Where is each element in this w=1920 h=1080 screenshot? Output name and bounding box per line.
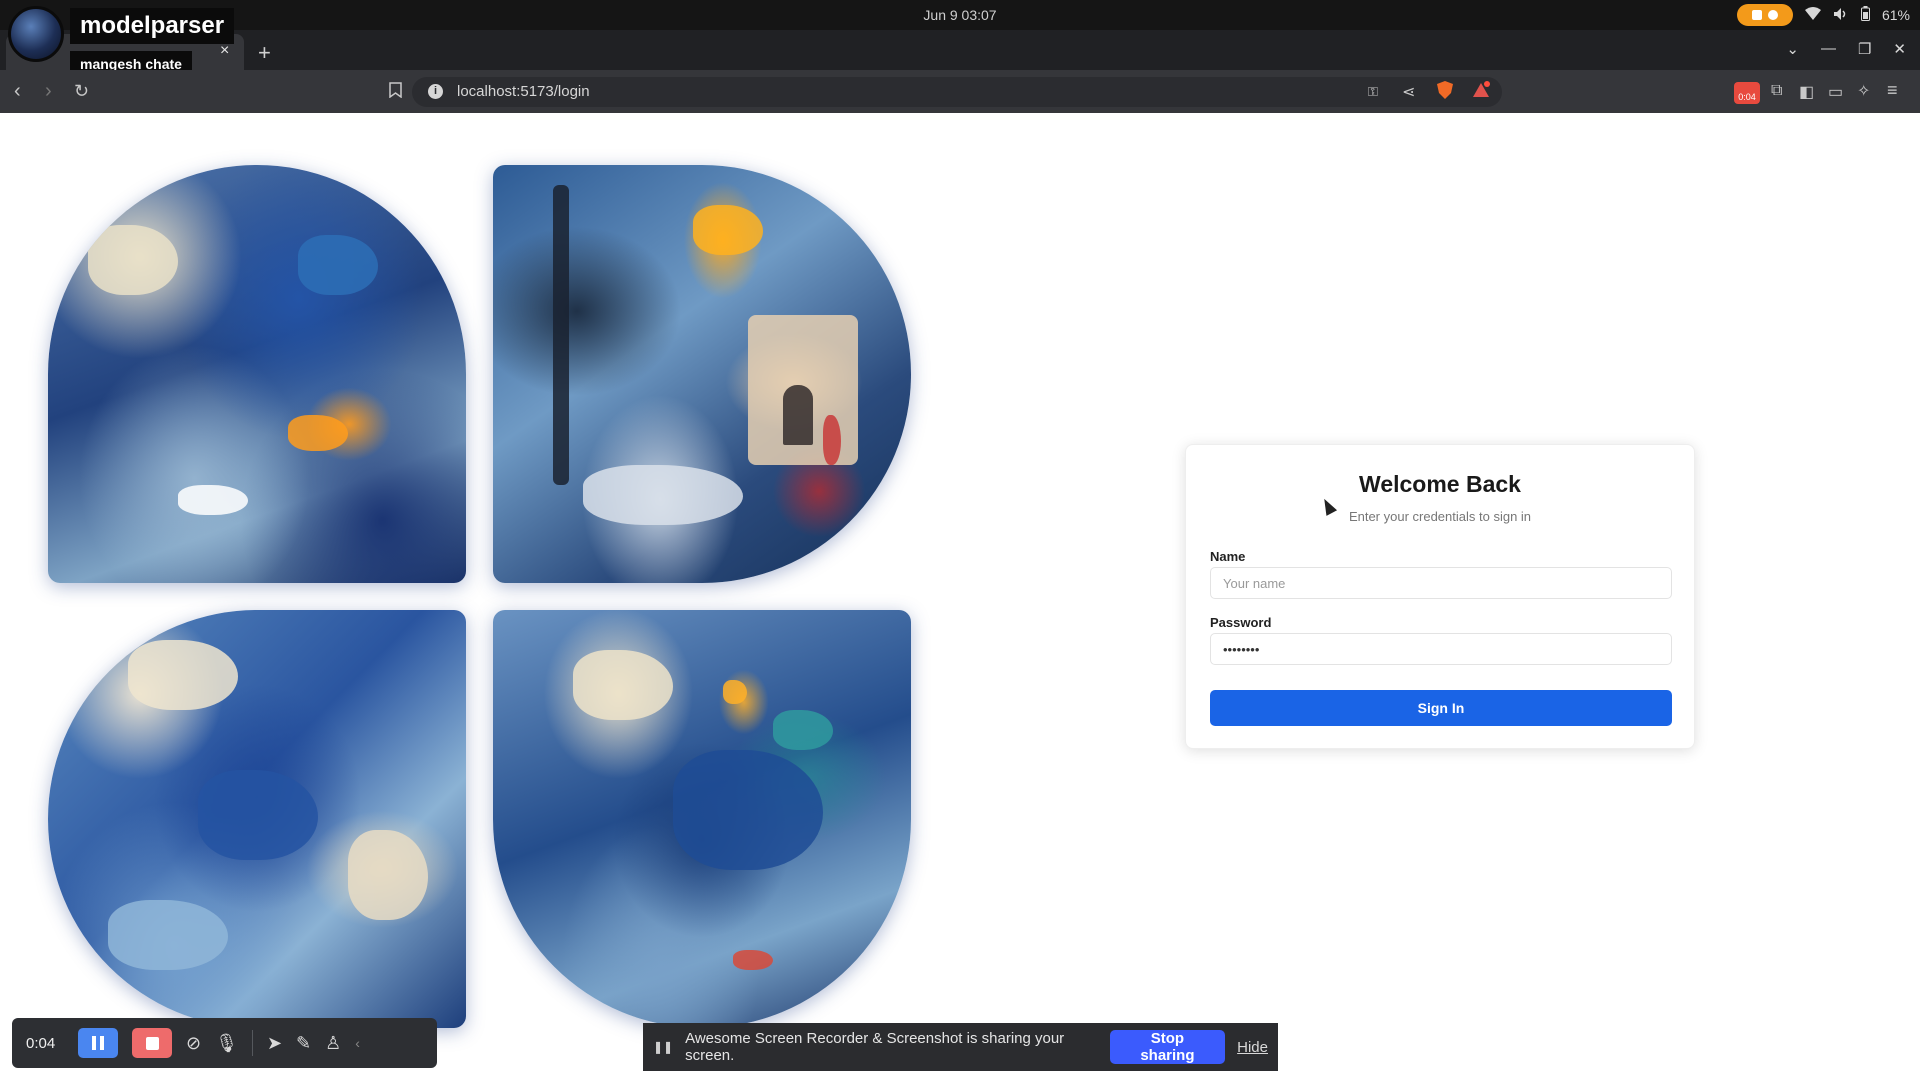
stop-sharing-button[interactable]: Stop sharing xyxy=(1109,1030,1226,1064)
leo-ai-icon[interactable]: ✧ xyxy=(1857,81,1870,101)
screen-recorder-extension-icon[interactable]: 0:04 xyxy=(1734,82,1760,104)
url-text[interactable]: localhost:5173/login xyxy=(457,83,590,100)
recorder-divider xyxy=(251,1030,253,1056)
recording-indicator-icon[interactable] xyxy=(1736,4,1793,26)
close-window-icon[interactable]: ✕ xyxy=(1893,40,1906,58)
back-icon[interactable]: ‹ xyxy=(14,80,21,103)
camera-off-icon[interactable]: ⊘ xyxy=(186,1033,201,1054)
login-title: Welcome Back xyxy=(1359,471,1521,497)
os-status-area[interactable]: 61% xyxy=(1736,4,1910,26)
tab-close-icon[interactable]: × xyxy=(220,42,229,60)
bookmark-icon[interactable] xyxy=(389,82,402,103)
battery-percentage: 61% xyxy=(1881,7,1910,23)
tab-search-chevron-icon[interactable]: ⌄ xyxy=(1786,40,1799,58)
menu-icon[interactable]: ≡ xyxy=(1887,80,1898,101)
login-card: Welcome Back Enter your credentials to s… xyxy=(1185,444,1695,749)
sidebar-icon[interactable]: ◧ xyxy=(1799,82,1814,102)
os-clock[interactable]: Jun 9 03:07 xyxy=(0,7,1920,23)
mic-off-icon[interactable]: 🎙 xyxy=(215,1033,238,1054)
pause-recording-button[interactable] xyxy=(78,1028,118,1058)
hide-notification-link[interactable]: Hide xyxy=(1237,1039,1268,1056)
stop-icon xyxy=(145,1036,159,1050)
forward-icon[interactable]: › xyxy=(45,80,52,103)
pause-icon xyxy=(92,1036,104,1050)
wifi-icon[interactable] xyxy=(1804,6,1821,24)
painting-abstract-blue xyxy=(48,610,466,1028)
screen-sharing-notification: ❚❚ Awesome Screen Recorder & Screenshot … xyxy=(643,1023,1278,1071)
stop-recording-button[interactable] xyxy=(132,1028,172,1058)
painting-tree-arch-bottom xyxy=(493,610,911,1028)
pointer-tool-icon[interactable]: ➤ xyxy=(267,1033,282,1054)
sharing-message: Awesome Screen Recorder & Screenshot is … xyxy=(685,1030,1065,1064)
password-key-icon[interactable]: ⚿ xyxy=(1368,84,1378,100)
share-icon[interactable]: ⋖ xyxy=(1402,82,1415,102)
browser-tab-strip xyxy=(0,30,1920,70)
login-subtitle: Enter your credentials to sign in xyxy=(1348,509,1532,524)
wallet-icon[interactable]: ▭ xyxy=(1828,82,1843,102)
password-input[interactable] xyxy=(1210,633,1672,665)
collapse-chevron-icon[interactable]: ‹ xyxy=(355,1035,360,1051)
reload-icon[interactable]: ↻ xyxy=(74,81,89,102)
volume-icon[interactable] xyxy=(1833,7,1849,24)
name-label: Name xyxy=(1210,549,1246,564)
name-input[interactable] xyxy=(1210,567,1672,599)
painting-forest-arch-top xyxy=(48,165,466,583)
pen-tool-icon[interactable]: ✎ xyxy=(296,1033,311,1054)
recorder-elapsed-time: 0:04 xyxy=(26,1034,56,1052)
battery-icon[interactable] xyxy=(1860,6,1870,24)
pause-sharing-icon: ❚❚ xyxy=(653,1040,674,1054)
extensions-puzzle-icon[interactable]: ⧉ xyxy=(1771,82,1782,100)
restore-icon[interactable]: ❐ xyxy=(1858,40,1871,58)
recorder-control-bar: 0:04 ⊘ 🎙 ➤ ✎ ♙ ‹ xyxy=(12,1018,437,1068)
new-tab-button[interactable]: + xyxy=(258,40,271,66)
window-controls: ⌄ — ❐ ✕ xyxy=(1786,40,1906,58)
recorder-avatar xyxy=(8,6,64,62)
brave-rewards-icon[interactable] xyxy=(1472,81,1490,104)
minimize-icon[interactable]: — xyxy=(1821,40,1836,58)
sign-in-button[interactable]: Sign In xyxy=(1210,690,1672,726)
recorder-channel-name: modelparser xyxy=(70,8,235,44)
highlighter-tool-icon[interactable]: ♙ xyxy=(325,1033,341,1054)
site-info-icon[interactable]: i xyxy=(428,84,443,99)
brave-shield-icon[interactable] xyxy=(1437,81,1453,104)
painting-path-with-gate xyxy=(493,165,911,583)
password-label: Password xyxy=(1210,615,1272,630)
